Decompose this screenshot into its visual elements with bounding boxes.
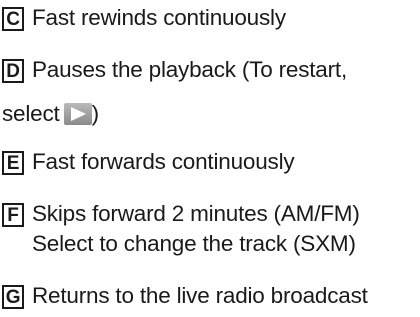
play-button-icon xyxy=(63,103,92,125)
item-d-text-line2: select) xyxy=(2,100,99,128)
item-d-close-paren: ) xyxy=(91,101,100,126)
item-e-text: Fast forwards continuously xyxy=(32,149,295,174)
instruction-list: C Fast rewinds continuously D Pauses the… xyxy=(0,0,420,317)
key-label-c: C xyxy=(2,7,24,31)
item-d-text-line1: Pauses the playback (To restart, xyxy=(32,57,348,82)
item-c-text: Fast rewinds continuously xyxy=(32,5,286,30)
key-label-d: D xyxy=(2,59,24,83)
item-f-text-line2: Select to change the track (SXM) xyxy=(32,231,356,256)
item-d-select-word: select xyxy=(2,101,60,126)
item-g-text: Returns to the live radio broadcast xyxy=(32,283,368,308)
item-f-text-line1: Skips forward 2 minutes (AM/FM) xyxy=(32,201,360,226)
key-label-f: F xyxy=(2,203,24,227)
key-label-e: E xyxy=(2,151,24,175)
key-label-g: G xyxy=(2,285,24,309)
